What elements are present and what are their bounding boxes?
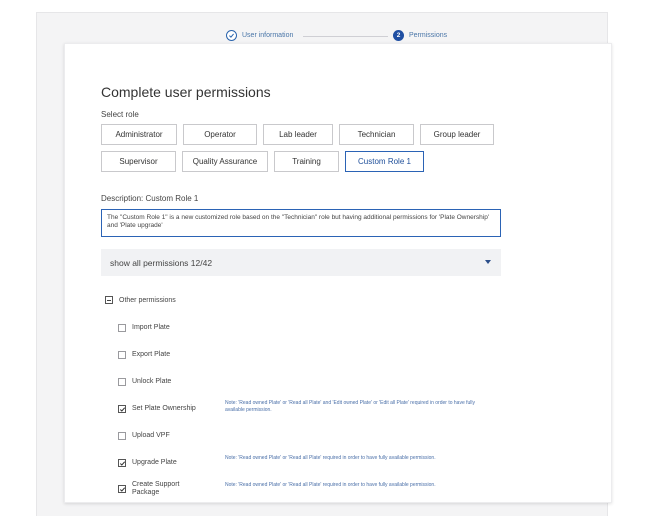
role-button-group-leader[interactable]: Group leader (420, 124, 494, 145)
checkbox[interactable] (118, 324, 126, 333)
checkbox-checked[interactable] (118, 405, 126, 414)
role-button-operator[interactable]: Operator (183, 124, 257, 145)
description-field[interactable]: The "Custom Role 1" is a new customized … (101, 209, 501, 237)
permission-note: Note: 'Read owned Plate' or 'Read all Pl… (225, 482, 436, 488)
permission-label: Export Plate (132, 351, 171, 358)
role-button-custom-role-1[interactable]: Custom Role 1 (345, 151, 424, 172)
step-number-badge: 2 (393, 30, 404, 41)
page-container: User information 2 Permissions Complete … (36, 12, 612, 516)
permission-label: Create Support Package (132, 481, 180, 497)
permission-note: Note: 'Read owned Plate' or 'Read all Pl… (225, 455, 436, 461)
step-label: Permissions (409, 32, 448, 39)
step-label: User information (242, 32, 294, 39)
checkbox-checked[interactable] (118, 459, 126, 468)
page-title: Complete user permissions (101, 84, 271, 100)
permission-label: Import Plate (132, 324, 170, 331)
role-button-technician[interactable]: Technician (339, 124, 414, 145)
check-circle-icon (226, 30, 237, 41)
group-other-permissions[interactable]: Other permissions (105, 296, 176, 304)
permission-label: Upgrade Plate (132, 459, 177, 466)
role-row-1: Administrator Operator Lab leader Techni… (101, 124, 500, 145)
role-button-training[interactable]: Training (274, 151, 339, 172)
checkbox[interactable] (118, 432, 126, 441)
description-label: Description: Custom Role 1 (101, 194, 199, 203)
permission-upload-vpf[interactable]: Upload VPF (118, 432, 170, 441)
permissions-toggle-label: show all permissions 12/42 (110, 257, 213, 268)
role-row-2: Supervisor Quality Assurance Training Cu… (101, 151, 430, 172)
checkmark-icon (119, 407, 126, 412)
permission-label: Upload VPF (132, 432, 170, 439)
permission-upgrade-plate[interactable]: Upgrade Plate (118, 459, 177, 468)
permission-unlock-plate[interactable]: Unlock Plate (118, 378, 172, 387)
caret-down-icon (485, 260, 491, 264)
permission-export-plate[interactable]: Export Plate (118, 351, 171, 360)
step-permissions[interactable]: 2 Permissions (393, 30, 447, 41)
permissions-card: Complete user permissions Select role Ad… (64, 43, 612, 503)
collapse-minus-icon[interactable] (105, 296, 113, 304)
permission-set-plate-ownership[interactable]: Set Plate Ownership (118, 405, 196, 414)
role-button-administrator[interactable]: Administrator (101, 124, 177, 145)
step-user-information[interactable]: User information (226, 30, 293, 41)
permission-label: Set Plate Ownership (132, 405, 196, 412)
role-button-supervisor[interactable]: Supervisor (101, 151, 176, 172)
checkbox-checked[interactable] (118, 485, 126, 494)
permission-note: Note: 'Read owned Plate' or 'Read all Pl… (225, 400, 476, 413)
step-connector (303, 36, 388, 37)
checkmark-icon (119, 461, 126, 466)
group-label: Other permissions (119, 296, 176, 304)
permission-import-plate[interactable]: Import Plate (118, 324, 170, 333)
permission-label: Unlock Plate (132, 378, 172, 385)
show-all-permissions-toggle[interactable]: show all permissions 12/42 (101, 249, 501, 276)
checkmark-icon (119, 487, 126, 492)
role-button-lab-leader[interactable]: Lab leader (263, 124, 333, 145)
role-button-quality-assurance[interactable]: Quality Assurance (182, 151, 268, 172)
select-role-label: Select role (101, 110, 139, 119)
checkbox[interactable] (118, 351, 126, 360)
permission-create-support-package[interactable]: Create Support Package (118, 481, 198, 497)
checkbox[interactable] (118, 378, 126, 387)
